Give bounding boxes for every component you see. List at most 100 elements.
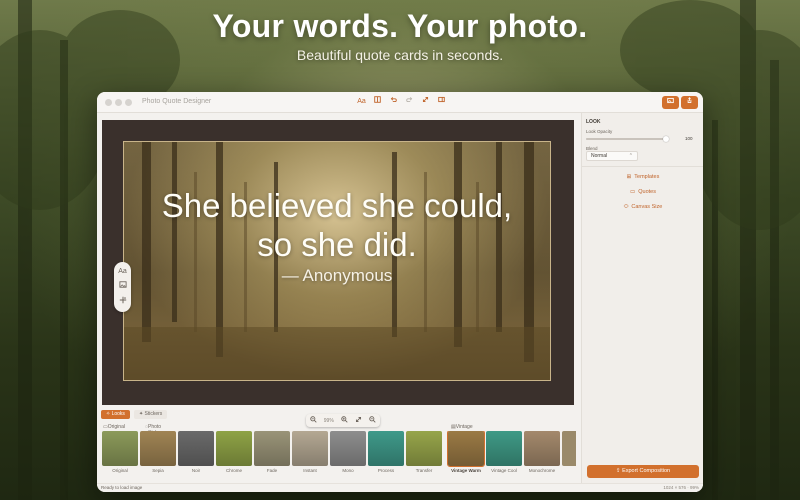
share-icon[interactable]: [681, 96, 698, 109]
look-thumbnail-label: Original: [112, 468, 128, 473]
look-title: LOOK: [586, 119, 601, 125]
undo-icon[interactable]: [387, 96, 400, 108]
quote-author[interactable]: — Anonymous: [124, 266, 550, 286]
chat-icon: ▭: [630, 189, 636, 195]
quotes-label: Quotes: [638, 189, 656, 195]
text-icon[interactable]: Aa: [355, 96, 368, 108]
zoom-level: 99%: [323, 417, 334, 424]
look-thumbnail-image: [524, 431, 560, 466]
look-thumbnail[interactable]: Original: [102, 431, 138, 473]
toolbar-right: [662, 96, 698, 109]
look-thumbnail[interactable]: Instant: [292, 431, 328, 473]
look-opacity-value: 100: [685, 136, 693, 141]
look-thumbnail-image: [330, 431, 366, 466]
app-window: Photo Quote Designer Aa She believed she…: [97, 92, 703, 492]
panel-divider: [582, 166, 703, 167]
look-thumbnail-image: [254, 431, 290, 466]
expand-icon[interactable]: [419, 96, 432, 108]
toolbar-icons: Aa: [355, 96, 448, 108]
look-thumbnail-image: [368, 431, 404, 466]
marketing-headline: Your words. Your photo.: [212, 8, 588, 44]
look-thumbnail-label: Vintage Warm: [451, 468, 481, 473]
export-composition-button[interactable]: ⇪ Export Composition: [587, 465, 699, 478]
look-opacity-label: Look Opacity: [586, 129, 613, 134]
inspector-panel: LOOK Look Opacity 100 Blend Normal ⌃ ⊞ Te…: [581, 113, 703, 492]
minimize-window-button[interactable]: [115, 99, 122, 106]
photo-icon[interactable]: [662, 96, 679, 109]
export-label: Export Composition: [622, 468, 671, 474]
look-thumbnail-label: Vintage Cool: [491, 468, 517, 473]
resize-icon: ⬭: [623, 204, 629, 210]
quote-line-2: so she did.: [257, 226, 417, 263]
status-bar: Ready to load image 1024 × 576 · 99%: [97, 483, 703, 492]
look-thumbnail[interactable]: Mono: [330, 431, 366, 473]
redo-icon[interactable]: [403, 96, 416, 108]
sticker-tool-icon[interactable]: [119, 296, 127, 306]
text-tool-icon[interactable]: Aa: [118, 268, 127, 275]
look-thumbnail-label: Process: [377, 468, 395, 473]
tab-looks-label: Looks: [111, 411, 125, 417]
look-thumbnail-label: Transfer: [415, 468, 433, 473]
looks-thumbnail-strip: Original Sepia Noir Chrome Fade Instant Mono Pr…: [102, 431, 576, 476]
look-thumbnail-image: [292, 431, 328, 466]
canvas-area[interactable]: She believed she could, so she did. — An…: [102, 120, 574, 427]
title-bar: Photo Quote Designer Aa: [97, 92, 703, 113]
look-opacity-slider[interactable]: [586, 136, 669, 142]
look-thumbnail-image: [406, 431, 442, 466]
look-thumbnail[interactable]: Sepia: [140, 431, 176, 473]
close-window-button[interactable]: [105, 99, 112, 106]
quote-text[interactable]: She believed she could, so she did.: [124, 186, 550, 264]
tab-stickers-label: Stickers: [144, 411, 163, 417]
quote-photo[interactable]: She believed she could, so she did. — An…: [123, 141, 551, 381]
canvas-size-link[interactable]: ⬭ Canvas Size: [582, 204, 703, 211]
look-thumbnail-partial[interactable]: [562, 431, 576, 466]
look-thumbnail-image: [562, 431, 576, 466]
look-thumbnail-label: Fade: [266, 468, 278, 473]
tab-looks[interactable]: ✧ Looks: [101, 410, 130, 419]
look-thumbnail-label: Chrome: [225, 468, 242, 473]
look-thumbnail[interactable]: Vintage Cool: [486, 431, 522, 473]
look-thumbnail-image: [486, 431, 522, 466]
quote-line-1: She believed she could,: [161, 187, 513, 224]
look-thumbnail[interactable]: Noir: [178, 431, 214, 473]
look-thumbnail-label: Sepia: [152, 468, 164, 473]
look-thumbnail-image: [102, 431, 138, 466]
look-thumbnail[interactable]: Transfer: [406, 431, 442, 473]
templates-label: Templates: [634, 174, 660, 180]
layout-icon[interactable]: [371, 96, 384, 108]
look-thumbnail[interactable]: Monochrome: [524, 431, 560, 473]
look-thumbnail[interactable]: Vintage Warm: [447, 431, 485, 473]
window-title: Photo Quote Designer: [142, 98, 212, 105]
marketing-subheadline: Beautiful quote cards in seconds.: [296, 47, 504, 63]
canvas-size-label: Canvas Size: [631, 204, 663, 210]
look-thumbnail-label: Noir: [191, 468, 201, 473]
opacity-slider-knob[interactable]: [662, 136, 669, 142]
section-photo-styles: ◌ Photo Styles: [145, 424, 162, 436]
bottom-tabs: ✧ Looks ✦ Stickers: [101, 410, 168, 419]
floating-tool-palette: Aa: [114, 262, 131, 312]
zoom-window-button[interactable]: [125, 99, 132, 106]
look-thumbnail-label: Instant: [303, 468, 317, 473]
look-thumbnail-image: [178, 431, 214, 466]
quotes-link[interactable]: ▭ Quotes: [582, 189, 703, 195]
sidebar-icon[interactable]: [435, 96, 448, 108]
canvas-dimensions: 1024 × 576 · 99%: [663, 485, 699, 490]
section-vintage: ▤ Vintage: [451, 424, 473, 430]
look-thumbnail[interactable]: Process: [368, 431, 404, 473]
templates-link[interactable]: ⊞ Templates: [582, 174, 703, 180]
look-thumbnail-image: [140, 431, 176, 466]
blend-select[interactable]: Normal ⌃: [586, 151, 638, 161]
chevron-updown-icon: ⌃: [628, 153, 633, 159]
look-thumbnail-label: Mono: [342, 468, 354, 473]
grid-icon: ⊞: [626, 174, 632, 180]
section-original: ▭ Original: [103, 424, 125, 430]
look-thumbnail[interactable]: Chrome: [216, 431, 252, 473]
look-thumbnail-image: [447, 431, 485, 467]
look-thumbnail-image: [216, 431, 252, 466]
status-message: Ready to load image: [101, 485, 143, 490]
tab-stickers[interactable]: ✦ Stickers: [133, 410, 168, 419]
image-tool-icon[interactable]: [118, 281, 127, 290]
opacity-slider-fill: [586, 138, 666, 140]
look-thumbnail[interactable]: Fade: [254, 431, 290, 473]
look-thumbnail-label: Monochrome: [528, 468, 556, 473]
